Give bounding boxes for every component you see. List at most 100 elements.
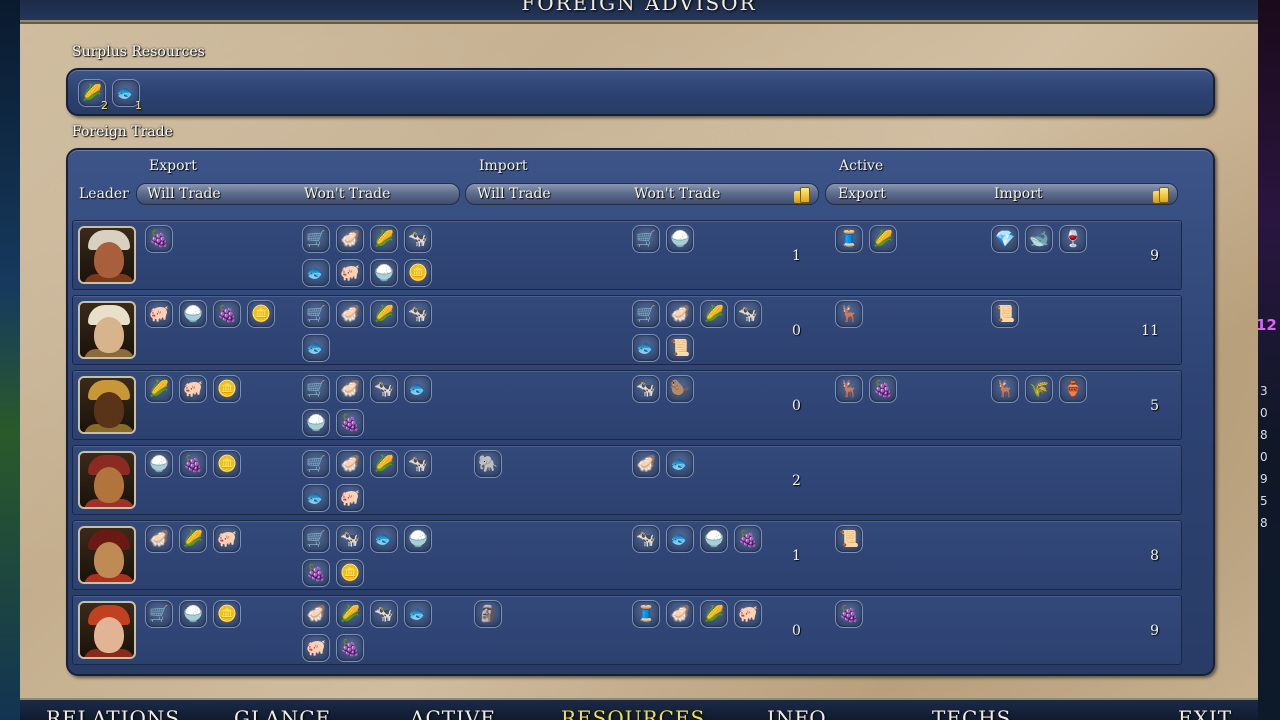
trade-row[interactable]: 🛒 🍚 🪙 🦪 🌽 🐄 🐟 🐖 🍇 🗿 🧵 🦪 🌽 🐖 🍇 0 9 — [72, 595, 1182, 665]
nav-info[interactable]: INFO — [767, 706, 827, 720]
cow-icon[interactable]: 🐄 — [404, 300, 432, 328]
gold-icon[interactable]: 🪙 — [213, 450, 241, 478]
deer-icon[interactable]: 🦌 — [835, 300, 863, 328]
corn-icon[interactable]: 🌽 — [370, 450, 398, 478]
export-will-trade-header[interactable]: Will Trade — [147, 186, 221, 202]
dye-icon[interactable]: 🍇 — [145, 225, 173, 253]
fish-icon[interactable]: 🐟 1 — [112, 79, 142, 111]
pig-icon[interactable]: 🐖 — [336, 484, 364, 512]
clam-icon[interactable]: 🦪 — [336, 225, 364, 253]
trade-row[interactable]: 🍚 🍇 🪙 🛒 🦪 🌽 🐄 🐟 🐖 🐘 🦪 🐟 2 — [72, 445, 1182, 515]
wagon-icon[interactable]: 🛒 — [302, 375, 330, 403]
dye-icon[interactable]: 🍇 — [213, 300, 241, 328]
paper-icon[interactable]: 📜 — [835, 525, 863, 553]
clam-icon[interactable]: 🦪 — [666, 600, 694, 628]
wagon-icon[interactable]: 🛒 — [632, 225, 660, 253]
active-export-header[interactable]: Export — [838, 186, 886, 202]
cow-icon[interactable]: 🐄 — [632, 525, 660, 553]
nav-glance[interactable]: GLANCE — [234, 706, 331, 720]
corn-icon[interactable]: 🌽 — [370, 300, 398, 328]
wagon-icon[interactable]: 🛒 — [302, 450, 330, 478]
gold-icon[interactable]: 🪙 — [213, 600, 241, 628]
clam-icon[interactable]: 🦪 — [336, 300, 364, 328]
gems-icon[interactable]: 💎 — [991, 225, 1019, 253]
leader-portrait[interactable] — [78, 376, 136, 434]
wine-icon[interactable]: 🍷 — [1059, 225, 1087, 253]
rice-icon[interactable]: 🍚 — [370, 259, 398, 287]
dye-icon[interactable]: 🍇 — [336, 409, 364, 437]
cow-icon[interactable]: 🐄 — [632, 375, 660, 403]
silk-icon[interactable]: 🧵 — [632, 600, 660, 628]
leader-portrait[interactable] — [78, 451, 136, 509]
corn-icon[interactable]: 🌽 — [700, 300, 728, 328]
nav-relations[interactable]: RELATIONS — [46, 706, 180, 720]
whale-icon[interactable]: 🐋 — [1025, 225, 1053, 253]
corn-icon[interactable]: 🌽 — [700, 600, 728, 628]
cow-icon[interactable]: 🐄 — [370, 600, 398, 628]
clam-icon[interactable]: 🦪 — [145, 525, 173, 553]
pig-icon[interactable]: 🐖 — [734, 600, 762, 628]
active-column-header-bar[interactable]: Export Import — [825, 183, 1178, 205]
cow-icon[interactable]: 🐄 — [370, 375, 398, 403]
nav-exit[interactable]: EXIT — [1178, 706, 1232, 720]
wagon-icon[interactable]: 🛒 — [632, 300, 660, 328]
nav-resources[interactable]: RESOURCES — [561, 706, 705, 720]
fish-icon[interactable]: 🐟 — [404, 600, 432, 628]
fish-icon[interactable]: 🐟 — [404, 375, 432, 403]
export-wont-trade-header[interactable]: Won't Trade — [304, 186, 390, 202]
import-column-header-bar[interactable]: Will Trade Won't Trade — [465, 183, 819, 205]
cow-icon[interactable]: 🐄 — [734, 300, 762, 328]
leader-portrait[interactable] — [78, 226, 136, 284]
rice-icon[interactable]: 🍚 — [145, 450, 173, 478]
pig-icon[interactable]: 🐖 — [336, 259, 364, 287]
pig-icon[interactable]: 🐖 — [145, 300, 173, 328]
import-will-trade-header[interactable]: Will Trade — [477, 186, 551, 202]
wagon-icon[interactable]: 🛒 — [302, 225, 330, 253]
wagon-icon[interactable]: 🛒 — [302, 300, 330, 328]
corn-icon[interactable]: 🌽 2 — [78, 79, 108, 111]
trade-row[interactable]: 🌽 🐖 🪙 🛒 🦪 🐄 🐟 🍚 🍇 🐄 🦫 🦌 🍇 🦌 🌾 🏺 0 5 — [72, 370, 1182, 440]
wheat-icon[interactable]: 🌾 — [1025, 375, 1053, 403]
clam-icon[interactable]: 🦪 — [666, 300, 694, 328]
clam-icon[interactable]: 🦪 — [336, 375, 364, 403]
leader-portrait[interactable] — [78, 301, 136, 359]
gold-icon[interactable]: 🪙 — [247, 300, 275, 328]
corn-icon[interactable]: 🌽 — [145, 375, 173, 403]
dye-icon[interactable]: 🍇 — [734, 525, 762, 553]
pig-icon[interactable]: 🐖 — [213, 525, 241, 553]
leader-portrait[interactable] — [78, 601, 136, 659]
pig-icon[interactable]: 🐖 — [302, 634, 330, 662]
import-wont-trade-header[interactable]: Won't Trade — [634, 186, 720, 202]
gold-icon[interactable]: 🪙 — [336, 559, 364, 587]
rice-icon[interactable]: 🍚 — [179, 300, 207, 328]
deer-icon[interactable]: 🦌 — [835, 375, 863, 403]
paper-icon[interactable]: 📜 — [991, 300, 1019, 328]
trade-row[interactable]: 🦪 🌽 🐖 🛒 🐄 🐟 🍚 🍇 🪙 🐄 🐟 🍚 🍇 📜 1 8 — [72, 520, 1182, 590]
trade-row[interactable]: 🐖 🍚 🍇 🪙 🛒 🦪 🌽 🐄 🐟 🛒 🦪 🌽 🐄 🐟 📜 🦌 📜 0 11 — [72, 295, 1182, 365]
fish-icon[interactable]: 🐟 — [666, 525, 694, 553]
corn-icon[interactable]: 🌽 — [179, 525, 207, 553]
silk-icon[interactable]: 🧵 — [835, 225, 863, 253]
dye-icon[interactable]: 🍇 — [302, 559, 330, 587]
fish-icon[interactable]: 🐟 — [302, 484, 330, 512]
elephant-icon[interactable]: 🐘 — [474, 450, 502, 478]
cow-icon[interactable]: 🐄 — [404, 225, 432, 253]
corn-icon[interactable]: 🌽 — [869, 225, 897, 253]
rice-icon[interactable]: 🍚 — [666, 225, 694, 253]
deer-icon[interactable]: 🦌 — [991, 375, 1019, 403]
corn-icon[interactable]: 🌽 — [336, 600, 364, 628]
cow-icon[interactable]: 🐄 — [404, 450, 432, 478]
clam-icon[interactable]: 🦪 — [302, 600, 330, 628]
wagon-icon[interactable]: 🛒 — [302, 525, 330, 553]
nav-active[interactable]: ACTIVE — [410, 706, 496, 720]
wagon-icon[interactable]: 🛒 — [145, 600, 173, 628]
fish-icon[interactable]: 🐟 — [370, 525, 398, 553]
active-import-header[interactable]: Import — [994, 186, 1043, 202]
trade-row[interactable]: 🍇 🛒 🦪 🌽 🐄 🐟 🐖 🍚 🪙 🛒 🍚 🧵 🌽 💎 🐋 🍷 1 9 — [72, 220, 1182, 290]
fish-icon[interactable]: 🐟 — [302, 259, 330, 287]
gold-icon[interactable]: 🪙 — [213, 375, 241, 403]
pig-icon[interactable]: 🐖 — [179, 375, 207, 403]
beaver-icon[interactable]: 🦫 — [666, 375, 694, 403]
nav-techs[interactable]: TECHS — [932, 706, 1011, 720]
dye-icon[interactable]: 🍇 — [835, 600, 863, 628]
